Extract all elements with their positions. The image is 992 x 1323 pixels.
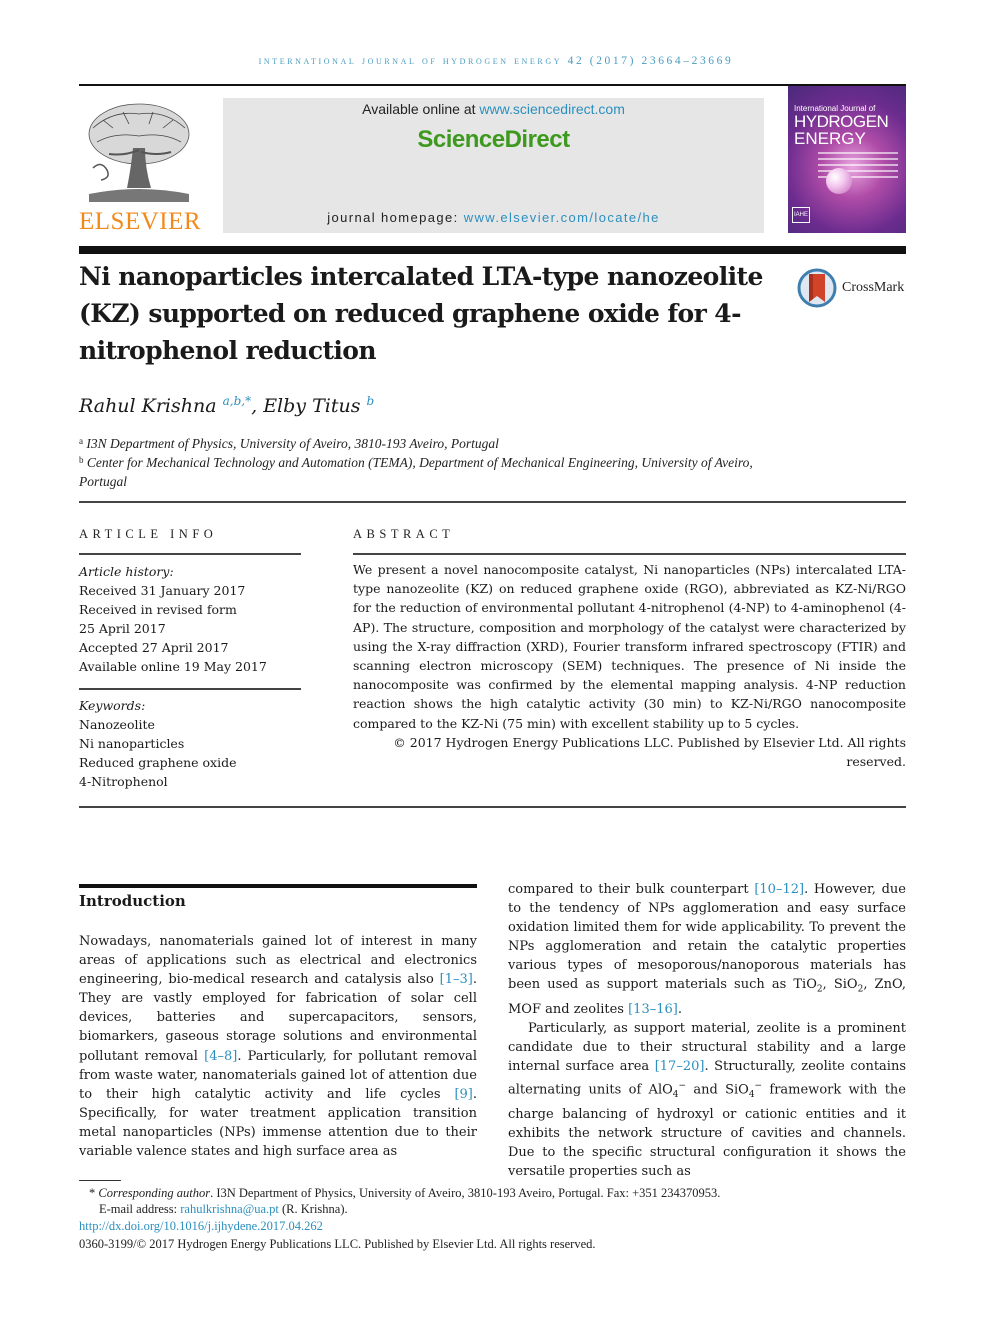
keywords-divider (79, 688, 301, 690)
body-column-left: Nowadays, nanomaterials gained lot of in… (79, 932, 477, 1161)
introduction-heading: Introduction (79, 892, 186, 910)
header-divider (79, 246, 906, 254)
author-affiliation-marks[interactable]: a,b,* (223, 394, 251, 408)
introduction-paragraph: Nowadays, nanomaterials gained lot of in… (79, 934, 477, 1160)
cover-title-line3: ENERGY (794, 129, 866, 148)
crossmark-button[interactable]: CrossMark (797, 268, 909, 308)
journal-homepage: journal homepage: www.elsevier.com/locat… (327, 210, 660, 225)
elsevier-logo[interactable]: ELSEVIER (79, 96, 201, 236)
elsevier-tree-icon (88, 103, 190, 202)
keywords-block: Keywords: Nanozeolite Ni nanoparticles R… (79, 696, 301, 791)
introduction-bar (79, 884, 477, 888)
article-title: Ni nanoparticles intercalated LTA-type n… (79, 262, 763, 365)
citation-link[interactable]: [13–16] (628, 1002, 678, 1017)
sciencedirect-logo[interactable]: ScienceDirect (223, 126, 764, 154)
citation-link[interactable]: [9] (454, 1087, 472, 1102)
citation-link[interactable]: [17–20] (655, 1059, 705, 1074)
sciencedirect-banner: Available online at www.sciencedirect.co… (223, 98, 764, 233)
keyword-item[interactable]: Reduced graphene oxide (79, 753, 301, 772)
footnote-divider (79, 1180, 121, 1181)
abstract-divider (353, 553, 906, 555)
keyword-item[interactable]: Nanozeolite (79, 715, 301, 734)
author-affiliation-marks[interactable]: b (367, 394, 375, 408)
cover-orb-graphic (826, 168, 852, 194)
abstract-paragraph: We present a novel nanocomposite catalys… (353, 562, 906, 731)
doi-link[interactable]: http://dx.doi.org/10.1016/j.ijhydene.201… (79, 1219, 323, 1233)
elsevier-wordmark: ELSEVIER (79, 208, 202, 235)
sciencedirect-link[interactable]: www.sciencedirect.com (479, 101, 625, 117)
body-column-right: compared to their bulk counterpart [10–1… (508, 880, 906, 1181)
email-note: E-mail address: rahulkrishna@ua.pt (R. K… (99, 1202, 348, 1216)
running-head: INTERNATIONAL JOURNAL OF HYDROGEN ENERGY… (258, 55, 734, 67)
history-item: 25 April 2017 (79, 621, 166, 636)
history-item: Accepted 27 April 2017 (79, 640, 229, 655)
affiliation-a: a I3N Department of Physics, University … (79, 436, 499, 451)
available-online-text: Available online at www.sciencedirect.co… (362, 101, 625, 117)
cover-title-line2: HYDROGEN (794, 112, 889, 131)
keyword-item[interactable]: Ni nanoparticles (79, 734, 301, 753)
article-info-divider (79, 553, 301, 555)
history-item: Received in revised form (79, 602, 237, 617)
citation-link[interactable]: [4–8] (204, 1049, 237, 1064)
citation-link[interactable]: [10–12] (754, 882, 804, 897)
author-name[interactable]: Elby Titus (263, 395, 360, 417)
journal-homepage-link[interactable]: www.elsevier.com/locate/he (464, 210, 660, 225)
crossmark-icon (797, 268, 837, 308)
issn-copyright-line: 0360-3199/© 2017 Hydrogen Energy Publica… (79, 1237, 596, 1251)
email-link[interactable]: rahulkrishna@ua.pt (180, 1202, 279, 1216)
cover-badge: IAHE (792, 207, 810, 223)
abstract-body: We present a novel nanocomposite catalys… (353, 560, 906, 771)
keywords-label: Keywords: (79, 698, 146, 713)
introduction-paragraph: compared to their bulk counterpart [10–1… (508, 882, 906, 1018)
journal-cover-image[interactable]: International Journal of HYDROGEN ENERGY… (788, 86, 906, 233)
top-divider (79, 84, 906, 86)
doi-line: http://dx.doi.org/10.1016/j.ijhydene.201… (79, 1217, 909, 1235)
abstract-copyright: © 2017 Hydrogen Energy Publications LLC.… (393, 734, 906, 770)
article-info-heading: ARTICLE INFO (79, 527, 218, 541)
abstract-bottom-divider (79, 806, 906, 808)
author-list: Rahul Krishna a,b,*, Elby Titus b (79, 394, 375, 417)
author-name[interactable]: Rahul Krishna (79, 395, 217, 417)
history-item: Received 31 January 2017 (79, 583, 246, 598)
article-history: Article history: Received 31 January 201… (79, 562, 301, 676)
affiliation-b: b Center for Mechanical Technology and A… (79, 455, 753, 489)
keyword-item[interactable]: 4-Nitrophenol (79, 772, 301, 791)
citation-link[interactable]: [1–3] (440, 972, 473, 987)
history-item: Available online 19 May 2017 (79, 659, 267, 674)
abstract-heading: ABSTRACT (353, 527, 455, 541)
introduction-paragraph: Particularly, as support material, zeoli… (508, 1021, 906, 1179)
affiliation-divider (79, 501, 906, 503)
article-history-label: Article history: (79, 564, 174, 579)
crossmark-label: CrossMark (842, 280, 905, 295)
